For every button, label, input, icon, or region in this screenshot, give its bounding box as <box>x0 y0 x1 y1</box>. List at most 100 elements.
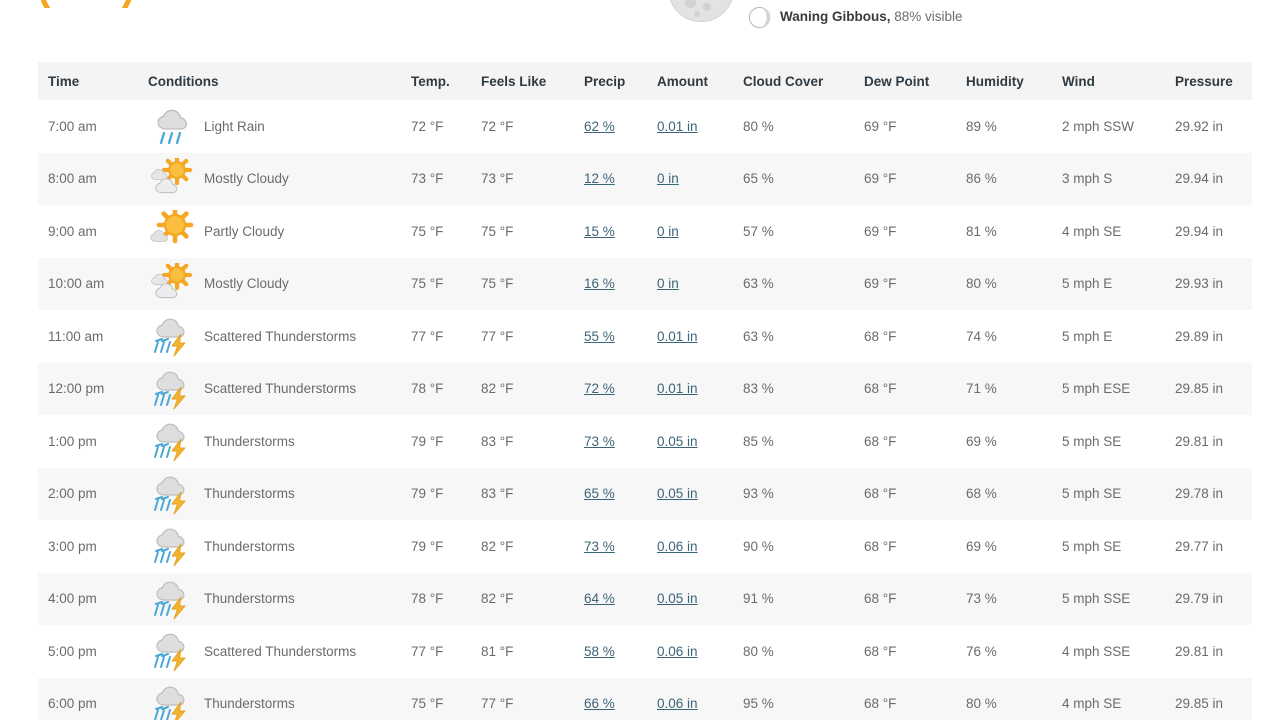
cell-pressure: 29.81 in <box>1175 415 1252 468</box>
cell-pressure: 29.94 in <box>1175 205 1252 258</box>
thunderstorm-icon <box>150 315 196 357</box>
condition-label: Mostly Cloudy <box>204 276 289 292</box>
cell-wind: 4 mph SSE <box>1062 625 1175 678</box>
column-header-temp[interactable]: Temp. <box>411 62 481 100</box>
column-header-amount[interactable]: Amount <box>657 62 743 100</box>
cell-amount: 0.01 in <box>657 362 743 415</box>
thunderstorm-icon <box>150 630 196 672</box>
mostly-cloudy-icon <box>150 154 196 200</box>
cell-humidity: 76 % <box>966 625 1062 678</box>
precip-link[interactable]: 72 % <box>584 381 615 396</box>
cell-cloud-cover: 65 % <box>743 152 864 205</box>
precip-link[interactable]: 15 % <box>584 224 615 239</box>
cell-dew-point: 68 °F <box>864 520 966 573</box>
precip-link[interactable]: 16 % <box>584 276 615 291</box>
cell-conditions: Scattered Thunderstorms <box>138 310 411 363</box>
thunderstorm-icon <box>150 578 196 620</box>
cell-dew-point: 68 °F <box>864 572 966 625</box>
amount-link[interactable]: 0.06 in <box>657 539 698 554</box>
column-header-pressure[interactable]: Pressure <box>1175 62 1252 100</box>
column-header-time[interactable]: Time <box>38 62 138 100</box>
cell-pressure: 29.79 in <box>1175 572 1252 625</box>
column-header-dew-point[interactable]: Dew Point <box>864 62 966 100</box>
amount-link[interactable]: 0.05 in <box>657 434 698 449</box>
condition-label: Scattered Thunderstorms <box>204 643 357 659</box>
cell-temp: 72 °F <box>411 100 481 153</box>
precip-link[interactable]: 62 % <box>584 119 615 134</box>
cell-wind: 2 mph SSW <box>1062 100 1175 153</box>
partly-cloudy-icon <box>150 206 196 252</box>
amount-link[interactable]: 0.05 in <box>657 486 698 501</box>
cell-temp: 75 °F <box>411 677 481 720</box>
amount-link[interactable]: 0.01 in <box>657 381 698 396</box>
thunderstorm-icon <box>154 476 186 515</box>
cell-feels-like: 82 °F <box>481 520 584 573</box>
cell-feels-like: 83 °F <box>481 467 584 520</box>
thunderstorm-icon <box>154 318 186 357</box>
condition-label: Thunderstorms <box>204 538 295 554</box>
precip-link[interactable]: 73 % <box>584 539 615 554</box>
amount-link[interactable]: 0 in <box>657 171 679 186</box>
column-header-feels-like[interactable]: Feels Like <box>481 62 584 100</box>
cell-wind: 4 mph SE <box>1062 677 1175 720</box>
table-row: 4:00 pm Thunderstorms 78 °F 82 °F 64 % 0… <box>38 572 1252 625</box>
cell-pressure: 29.92 in <box>1175 100 1252 153</box>
precip-link[interactable]: 64 % <box>584 591 615 606</box>
amount-link[interactable]: 0 in <box>657 224 679 239</box>
cell-conditions: Mostly Cloudy <box>138 257 411 310</box>
precip-link[interactable]: 65 % <box>584 486 615 501</box>
amount-link[interactable]: 0.06 in <box>657 696 698 711</box>
condition-label: Thunderstorms <box>204 433 295 449</box>
moon-crater <box>703 3 711 11</box>
amount-link[interactable]: 0.01 in <box>657 119 698 134</box>
cell-temp: 78 °F <box>411 362 481 415</box>
cell-precip: 58 % <box>584 625 657 678</box>
column-header-conditions[interactable]: Conditions <box>138 62 411 100</box>
cell-dew-point: 68 °F <box>864 467 966 520</box>
amount-link[interactable]: 0 in <box>657 276 679 291</box>
cell-conditions: Partly Cloudy <box>138 205 411 258</box>
cell-feels-like: 77 °F <box>481 310 584 363</box>
column-header-wind[interactable]: Wind <box>1062 62 1175 100</box>
thunderstorm-icon <box>154 633 186 672</box>
cell-dew-point: 69 °F <box>864 152 966 205</box>
cell-time: 4:00 pm <box>38 572 138 625</box>
column-header-cloud-cover[interactable]: Cloud Cover <box>743 62 864 100</box>
cell-feels-like: 73 °F <box>481 152 584 205</box>
hourly-forecast-table: Time Conditions Temp. Feels Like Precip … <box>38 62 1252 720</box>
column-header-precip[interactable]: Precip <box>584 62 657 100</box>
waning-gibbous-moon-icon <box>748 6 771 28</box>
cell-temp: 75 °F <box>411 205 481 258</box>
table-row: 8:00 am Mostly Cloudy 73 °F 73 °F 12 % 0… <box>38 152 1252 205</box>
precip-link[interactable]: 55 % <box>584 329 615 344</box>
precip-link[interactable]: 66 % <box>584 696 615 711</box>
precip-link[interactable]: 12 % <box>584 171 615 186</box>
condition-label: Mostly Cloudy <box>204 171 289 187</box>
table-row: 12:00 pm Scattered Thunderstorms 78 °F 8… <box>38 362 1252 415</box>
cell-temp: 79 °F <box>411 520 481 573</box>
cell-wind: 5 mph SSE <box>1062 572 1175 625</box>
cell-precip: 73 % <box>584 415 657 468</box>
cell-amount: 0 in <box>657 205 743 258</box>
cell-cloud-cover: 83 % <box>743 362 864 415</box>
amount-link[interactable]: 0.06 in <box>657 644 698 659</box>
condition-label: Thunderstorms <box>204 696 295 712</box>
thunderstorm-icon <box>154 686 186 720</box>
cell-dew-point: 69 °F <box>864 100 966 153</box>
cell-cloud-cover: 57 % <box>743 205 864 258</box>
cell-precip: 64 % <box>584 572 657 625</box>
thunderstorm-icon <box>154 423 186 462</box>
column-header-humidity[interactable]: Humidity <box>966 62 1062 100</box>
amount-link[interactable]: 0.01 in <box>657 329 698 344</box>
precip-link[interactable]: 58 % <box>584 644 615 659</box>
cell-time: 6:00 pm <box>38 677 138 720</box>
hourly-forecast-table-wrap: Time Conditions Temp. Feels Like Precip … <box>38 62 1252 720</box>
cell-feels-like: 82 °F <box>481 362 584 415</box>
amount-link[interactable]: 0.05 in <box>657 591 698 606</box>
cell-dew-point: 68 °F <box>864 362 966 415</box>
moon-phase-label: Waning Gibbous, 88% visible <box>780 10 963 24</box>
precip-link[interactable]: 73 % <box>584 434 615 449</box>
moon-phase-name: Waning Gibbous, <box>780 9 891 25</box>
cell-time: 10:00 am <box>38 257 138 310</box>
cell-precip: 66 % <box>584 677 657 720</box>
